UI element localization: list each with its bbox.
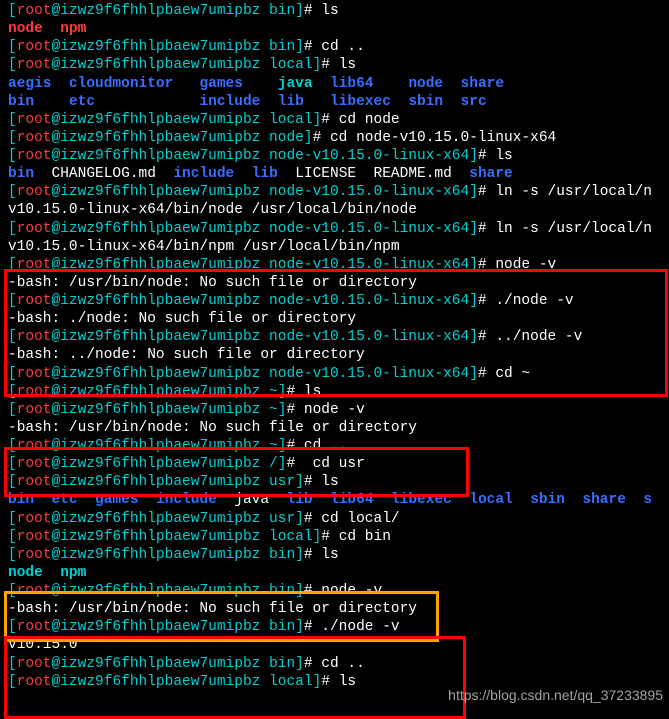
terminal-output-line: -bash: /usr/bin/node: No such file or di…	[8, 274, 669, 292]
terminal-output-line: -bash: ../node: No such file or director…	[8, 346, 669, 364]
terminal-output-line: v10.15.0-linux-x64/bin/node /usr/local/b…	[8, 201, 669, 219]
terminal-line: [root@izwz9f6fhhlpbaew7umipbz ~]# ls	[8, 383, 669, 401]
terminal-ls-line: node npm	[8, 564, 669, 582]
terminal-output-line: -bash: /usr/bin/node: No such file or di…	[8, 419, 669, 437]
terminal-line: [root@izwz9f6fhhlpbaew7umipbz node-v10.1…	[8, 220, 669, 238]
terminal-output: [root@izwz9f6fhhlpbaew7umipbz bin]# lsno…	[0, 0, 669, 691]
terminal-line: [root@izwz9f6fhhlpbaew7umipbz node-v10.1…	[8, 147, 669, 165]
terminal-ls-line: bin etc include lib libexec sbin src	[8, 93, 669, 111]
terminal-output-line: -bash: ./node: No such file or directory	[8, 310, 669, 328]
terminal-line: [root@izwz9f6fhhlpbaew7umipbz node-v10.1…	[8, 183, 669, 201]
terminal-line: [root@izwz9f6fhhlpbaew7umipbz local]# ls	[8, 56, 669, 74]
terminal-line: [root@izwz9f6fhhlpbaew7umipbz node-v10.1…	[8, 292, 669, 310]
terminal-line: [root@izwz9f6fhhlpbaew7umipbz bin]# cd .…	[8, 38, 669, 56]
terminal-output-line: -bash: /usr/bin/node: No such file or di…	[8, 600, 669, 618]
terminal-output-line: v10.15.0-linux-x64/bin/npm /usr/local/bi…	[8, 238, 669, 256]
terminal-ls-line: bin etc games include java lib lib64 lib…	[8, 491, 669, 509]
terminal-line: [root@izwz9f6fhhlpbaew7umipbz local]# cd…	[8, 528, 669, 546]
terminal-line: [root@izwz9f6fhhlpbaew7umipbz bin]# cd .…	[8, 655, 669, 673]
terminal-ls-line: bin CHANGELOG.md include lib LICENSE REA…	[8, 165, 669, 183]
terminal-line: [root@izwz9f6fhhlpbaew7umipbz local]# cd…	[8, 111, 669, 129]
watermark: https://blog.csdn.net/qq_37233895	[448, 687, 663, 705]
terminal-line: [root@izwz9f6fhhlpbaew7umipbz node]# cd …	[8, 129, 669, 147]
terminal-line: [root@izwz9f6fhhlpbaew7umipbz bin]# ./no…	[8, 618, 669, 636]
terminal-output-line: v10.15.0	[8, 636, 669, 654]
terminal-line: [root@izwz9f6fhhlpbaew7umipbz usr]# ls	[8, 473, 669, 491]
terminal-line: [root@izwz9f6fhhlpbaew7umipbz node-v10.1…	[8, 328, 669, 346]
terminal-line: [root@izwz9f6fhhlpbaew7umipbz node-v10.1…	[8, 256, 669, 274]
terminal-line: [root@izwz9f6fhhlpbaew7umipbz bin]# ls	[8, 2, 669, 20]
terminal-line: [root@izwz9f6fhhlpbaew7umipbz usr]# cd l…	[8, 510, 669, 528]
terminal-ls-line: aegis cloudmonitor games java lib64 node…	[8, 75, 669, 93]
terminal-ls-line: node npm	[8, 20, 669, 38]
terminal-line: [root@izwz9f6fhhlpbaew7umipbz ~]# cd ..	[8, 437, 669, 455]
terminal-line: [root@izwz9f6fhhlpbaew7umipbz /]# cd usr	[8, 455, 669, 473]
terminal-line: [root@izwz9f6fhhlpbaew7umipbz bin]# node…	[8, 582, 669, 600]
terminal-line: [root@izwz9f6fhhlpbaew7umipbz bin]# ls	[8, 546, 669, 564]
terminal-line: [root@izwz9f6fhhlpbaew7umipbz node-v10.1…	[8, 365, 669, 383]
terminal-line: [root@izwz9f6fhhlpbaew7umipbz ~]# node -…	[8, 401, 669, 419]
